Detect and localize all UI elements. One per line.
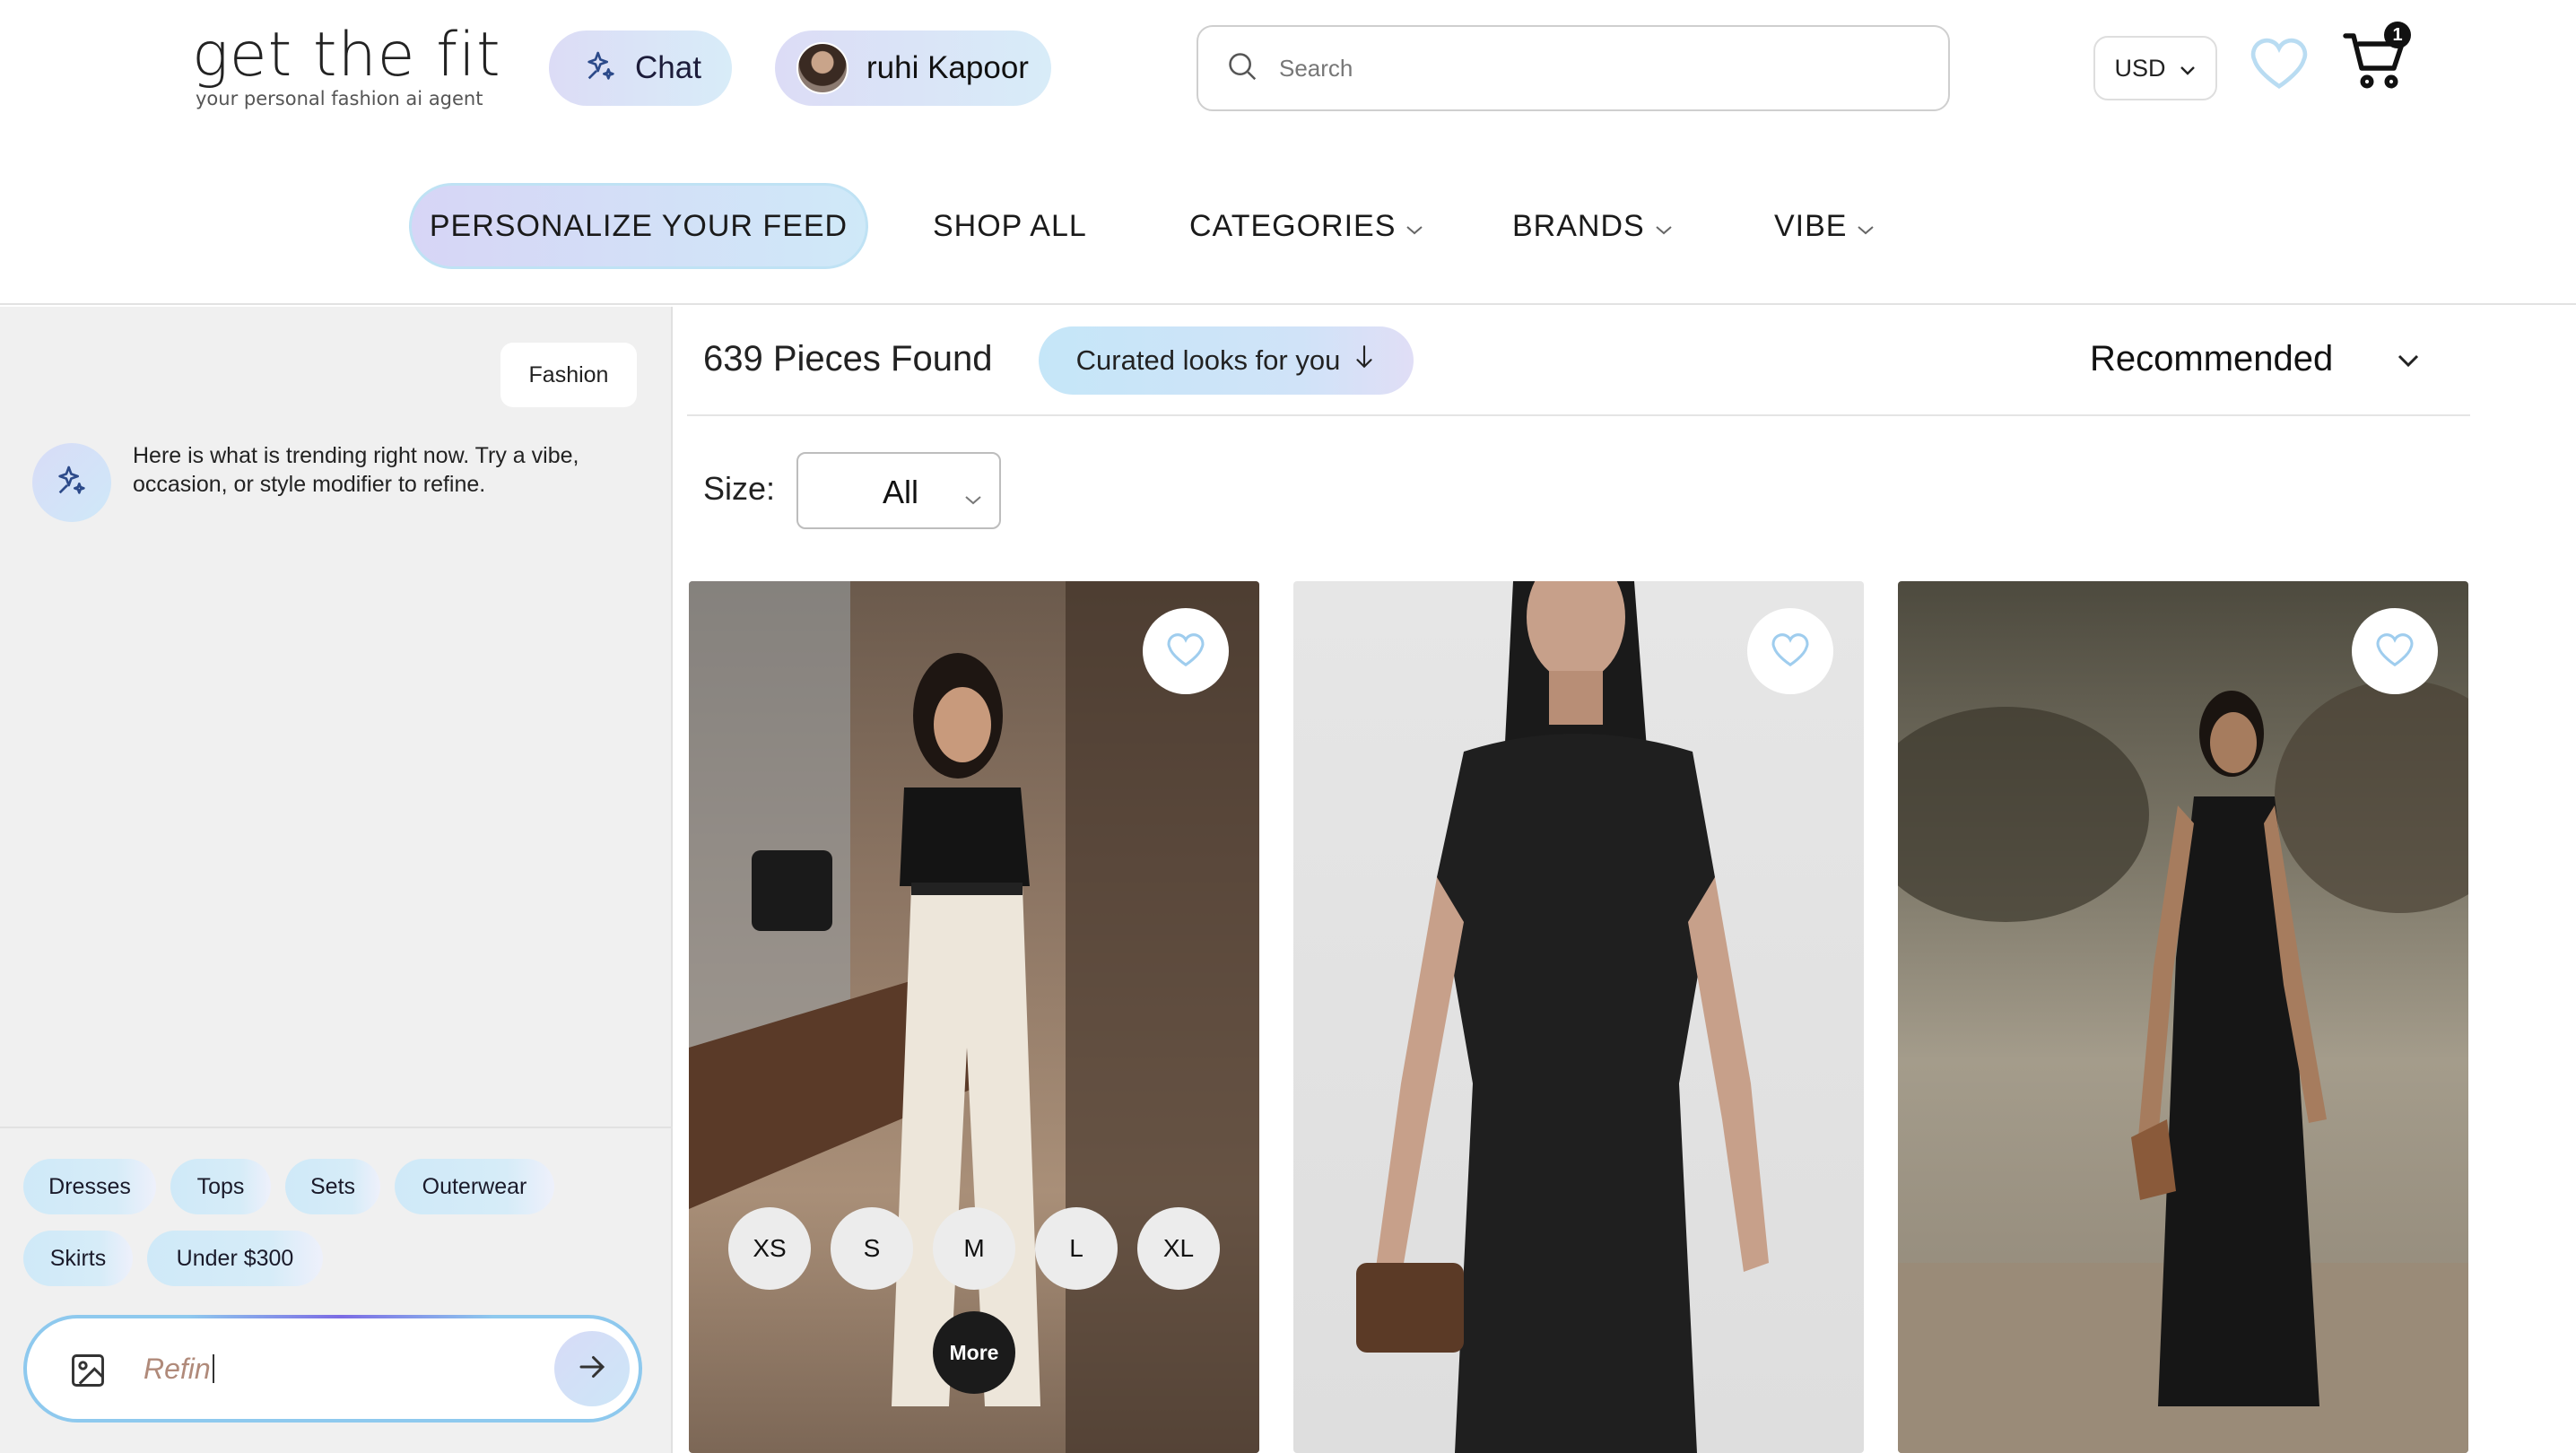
wishlist-heart-icon[interactable] <box>2248 34 2311 96</box>
nav-shop-all[interactable]: SHOP ALL <box>933 183 1087 269</box>
heart-icon <box>1770 631 1811 673</box>
product-image <box>1356 581 1769 1453</box>
product-card[interactable] <box>1898 581 2468 1453</box>
nav-vibe[interactable]: VIBE <box>1774 183 1875 269</box>
cart-count-badge: 1 <box>2384 22 2411 48</box>
chip-skirts[interactable]: Skirts <box>23 1231 133 1286</box>
nav-shop-all-label: SHOP ALL <box>933 208 1087 243</box>
user-name: ruhi Kapoor <box>866 50 1029 85</box>
results-count: 639 Pieces Found <box>703 339 993 378</box>
size-filter-select[interactable]: All <box>796 452 1001 529</box>
chevron-down-icon <box>1405 209 1424 244</box>
arrow-down-icon <box>1353 344 1376 378</box>
heart-icon <box>1165 631 1206 673</box>
assistant-message: Here is what is trending right now. Try … <box>133 443 579 497</box>
size-filter-value: All <box>883 474 919 510</box>
personalize-feed-button[interactable]: PERSONALIZE YOUR FEED <box>409 183 868 269</box>
user-message-bubble: Fashion <box>500 343 637 407</box>
chip-dresses[interactable]: Dresses <box>23 1159 156 1214</box>
chip-under-300[interactable]: Under $300 <box>147 1231 323 1286</box>
chevron-down-icon <box>963 493 983 510</box>
favorite-button[interactable] <box>2352 608 2438 694</box>
brand-logo[interactable]: get the fit your personal fashion ai age… <box>192 20 501 109</box>
size-option-xl[interactable]: XL <box>1137 1207 1220 1290</box>
chat-button[interactable]: Chat <box>549 30 732 106</box>
brand-name: get the fit <box>192 20 501 91</box>
brand-tagline: your personal fashion ai agent <box>196 88 483 109</box>
send-button[interactable] <box>554 1331 630 1406</box>
chevron-down-icon <box>2179 55 2197 83</box>
image-upload-icon[interactable] <box>68 1351 108 1395</box>
site-header: get the fit your personal fashion ai age… <box>0 0 2576 305</box>
nav-brands[interactable]: BRANDS <box>1512 183 1674 269</box>
search-icon <box>1225 49 1259 88</box>
currency-selector[interactable]: USD <box>2093 36 2217 100</box>
nav-categories-label: CATEGORIES <box>1189 208 1397 243</box>
product-card[interactable] <box>1293 581 1864 1453</box>
chat-input[interactable]: Refin <box>144 1353 214 1386</box>
search-bar[interactable]: Search <box>1197 25 1950 111</box>
arrow-right-icon <box>576 1351 608 1388</box>
more-sizes-button[interactable]: More <box>933 1311 1015 1394</box>
results-divider <box>687 414 2470 416</box>
favorite-button[interactable] <box>1143 608 1229 694</box>
chip-tops[interactable]: Tops <box>170 1159 271 1214</box>
text-caret <box>212 1354 214 1383</box>
composer-glow <box>188 1315 493 1318</box>
size-option-m[interactable]: M <box>933 1207 1015 1290</box>
size-option-xs[interactable]: XS <box>728 1207 811 1290</box>
search-input[interactable]: Search <box>1279 55 1353 83</box>
product-card[interactable]: XS S M L XL More <box>689 581 1259 1453</box>
user-profile-button[interactable]: ruhi Kapoor <box>775 30 1051 106</box>
main-nav: PERSONALIZE YOUR FEED SHOP ALL CATEGORIE… <box>0 183 2576 269</box>
currency-value: USD <box>2114 54 2166 82</box>
chat-input-value: Refin <box>144 1353 211 1385</box>
nav-categories[interactable]: CATEGORIES <box>1189 183 1424 269</box>
size-option-s[interactable]: S <box>831 1207 913 1290</box>
chevron-down-icon <box>1856 209 1875 244</box>
sparkle-icon <box>583 48 619 89</box>
curated-looks-label: Curated looks for you <box>1075 344 1341 376</box>
avatar <box>796 42 849 94</box>
curated-looks-button[interactable]: Curated looks for you <box>1039 326 1414 395</box>
chevron-down-icon[interactable] <box>2395 352 2422 374</box>
size-option-l[interactable]: L <box>1035 1207 1118 1290</box>
nav-brands-label: BRANDS <box>1512 208 1645 243</box>
heart-icon <box>2374 631 2415 673</box>
size-filter-label: Size: <box>703 470 776 507</box>
assistant-avatar <box>32 443 111 522</box>
chevron-down-icon <box>1654 209 1674 244</box>
chat-button-label: Chat <box>635 50 701 85</box>
sparkle-icon <box>54 463 90 503</box>
chip-outerwear[interactable]: Outerwear <box>395 1159 554 1214</box>
product-image <box>1898 680 2468 1453</box>
favorite-button[interactable] <box>1747 608 1833 694</box>
sort-dropdown[interactable]: Recommended <box>2090 339 2333 379</box>
chat-panel: Fashion Here is what is trending right n… <box>0 307 673 1453</box>
nav-vibe-label: VIBE <box>1774 208 1848 243</box>
chat-composer[interactable]: Refin <box>23 1315 642 1423</box>
chip-sets[interactable]: Sets <box>285 1159 380 1214</box>
